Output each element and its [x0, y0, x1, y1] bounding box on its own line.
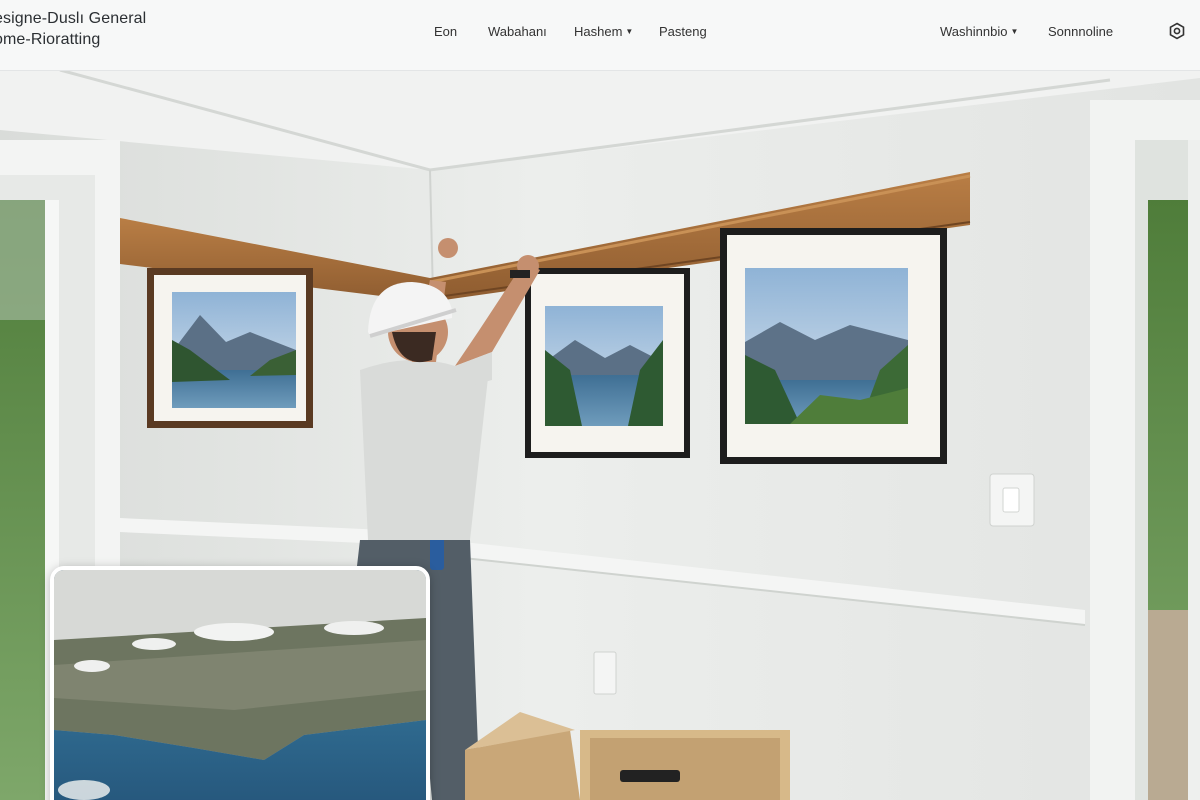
- gear-icon[interactable]: [1168, 22, 1186, 40]
- nav-link-1[interactable]: Eon: [434, 24, 457, 39]
- nav-link-6[interactable]: Sonnnoline: [1048, 24, 1113, 39]
- aerial-photo-card[interactable]: [50, 566, 430, 800]
- nav-link-4[interactable]: Pasteng: [659, 24, 707, 39]
- brand-line-2: ome-Rioratting: [0, 31, 101, 48]
- chevron-down-icon: ▼: [625, 27, 634, 36]
- hero-image: [0, 70, 1200, 800]
- chevron-down-icon: ▼: [1010, 27, 1019, 36]
- brand-line-1: esigne-Duslı General: [0, 10, 147, 27]
- nav-link-2[interactable]: Wabahanı: [488, 24, 547, 39]
- site-logo-text[interactable]: esigne-Duslı General ome-Rioratting: [0, 8, 146, 50]
- nav-link-5-dropdown[interactable]: Washinnbio ▼: [940, 24, 1018, 39]
- nav-link-3-dropdown[interactable]: Hashem ▼: [574, 24, 633, 39]
- top-navigation-bar: esigne-Duslı General ome-Rioratting Eon …: [0, 0, 1200, 71]
- aerial-photo: [54, 570, 426, 800]
